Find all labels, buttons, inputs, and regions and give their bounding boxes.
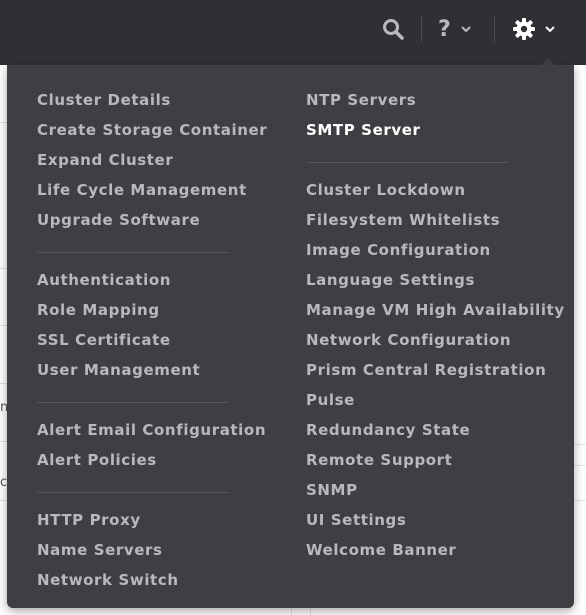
menu-item-network-switch[interactable]: Network Switch [37,568,267,598]
help-icon: ? [438,16,451,42]
menu-divider [37,402,229,403]
menu-divider [306,162,508,163]
menu-item-ssl-certificate[interactable]: SSL Certificate [37,328,267,358]
menu-divider [37,252,229,253]
menu-item-filesystem-whitelists[interactable]: Filesystem Whitelists [306,208,565,238]
menu-item-alert-policies[interactable]: Alert Policies [37,448,267,478]
menu-item-cluster-lockdown[interactable]: Cluster Lockdown [306,178,565,208]
menu-item-upgrade-software[interactable]: Upgrade Software [37,208,267,238]
chevron-down-icon [461,26,471,33]
background-divider [574,465,586,466]
top-header-bar: ? [0,0,586,65]
menu-item-authentication[interactable]: Authentication [37,268,267,298]
menu-column-left: Cluster Details Create Storage Container E… [37,88,267,598]
menu-item-cluster-details[interactable]: Cluster Details [37,88,267,118]
background-column-line [310,608,311,615]
background-divider [574,500,586,501]
menu-item-http-proxy[interactable]: HTTP Proxy [37,508,267,538]
search-button[interactable] [382,0,404,58]
menu-item-smtp-server[interactable]: SMTP Server [306,118,565,148]
menu-item-role-mapping[interactable]: Role Mapping [37,298,267,328]
menu-item-remote-support[interactable]: Remote Support [306,448,565,478]
menu-divider [37,492,229,493]
menu-item-prism-central-registration[interactable]: Prism Central Registration [306,358,565,388]
menu-item-ntp-servers[interactable]: NTP Servers [306,88,565,118]
header-separator [421,16,422,42]
settings-menu-button[interactable] [512,0,556,58]
background-divider [574,444,586,445]
menu-item-redundancy-state[interactable]: Redundancy State [306,418,565,448]
menu-item-network-configuration[interactable]: Network Configuration [306,328,565,358]
menu-item-name-servers[interactable]: Name Servers [37,538,267,568]
search-icon [383,19,404,40]
menu-item-user-management[interactable]: User Management [37,358,267,388]
gear-icon [513,18,535,40]
chevron-down-icon [545,26,555,33]
help-menu-button[interactable]: ? [438,0,472,58]
header-separator [494,16,495,42]
menu-item-pulse[interactable]: Pulse [306,388,565,418]
menu-item-language-settings[interactable]: Language Settings [306,268,565,298]
menu-item-life-cycle-management[interactable]: Life Cycle Management [37,178,267,208]
menu-item-welcome-banner[interactable]: Welcome Banner [306,538,565,568]
menu-item-create-storage-container[interactable]: Create Storage Container [37,118,267,148]
menu-item-manage-vm-high-availability[interactable]: Manage VM High Availability [306,298,565,328]
menu-item-snmp[interactable]: SNMP [306,478,565,508]
menu-caret [541,58,555,65]
settings-dropdown-menu: Cluster Details Create Storage Container E… [7,65,574,608]
background-column-line [291,608,292,615]
menu-column-right: NTP Servers SMTP Server Cluster Lockdown Fi… [306,88,565,568]
menu-item-image-configuration[interactable]: Image Configuration [306,238,565,268]
menu-item-expand-cluster[interactable]: Expand Cluster [37,148,267,178]
menu-item-ui-settings[interactable]: UI Settings [306,508,565,538]
menu-item-alert-email-configuration[interactable]: Alert Email Configuration [37,418,267,448]
